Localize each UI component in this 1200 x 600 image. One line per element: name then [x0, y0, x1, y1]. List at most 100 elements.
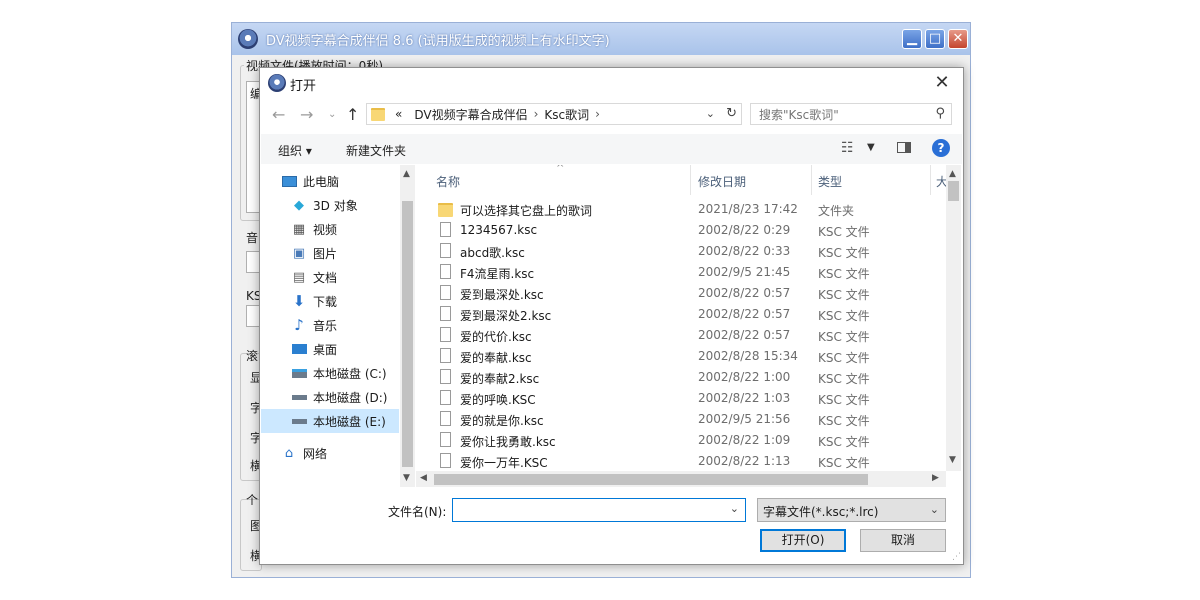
file-row[interactable]: 爱的奉献2.ksc 2002/8/22 1:00 KSC 文件	[434, 367, 946, 388]
file-date: 2002/8/22 1:00	[698, 370, 791, 384]
resize-grip-icon[interactable]: ⋰	[952, 552, 961, 562]
file-type: KSC 文件	[818, 435, 870, 449]
column-name[interactable]: 名称	[436, 173, 460, 190]
nav-item-documents[interactable]: ▤ 文档	[291, 265, 399, 289]
search-icon[interactable]: ⚲	[935, 106, 945, 121]
nav-item-drive-d[interactable]: 本地磁盘 (D:)	[291, 385, 399, 409]
column-type[interactable]: 类型	[818, 173, 842, 190]
toolbar: 组织 ▾ 新建文件夹 ☷ ▼ ?	[261, 134, 962, 164]
nav-item-network[interactable]: ⌂ 网络	[281, 441, 399, 465]
file-list-scrollbar[interactable]: ▲ ▼	[946, 165, 961, 471]
up-arrow-icon[interactable]: ↑	[346, 105, 359, 124]
nav-item-videos[interactable]: ▦ 视频	[291, 217, 399, 241]
maximize-icon[interactable]: □	[925, 29, 945, 49]
close-icon[interactable]: ✕	[948, 29, 968, 49]
file-row[interactable]: 爱你一万年.KSC 2002/8/22 1:13 KSC 文件	[434, 451, 946, 471]
file-type-select[interactable]: 字幕文件(*.ksc;*.lrc) ⌄	[757, 498, 946, 522]
breadcrumb-item[interactable]: Ksc歌词	[544, 106, 589, 123]
download-icon: ⬇	[292, 292, 306, 310]
scroll-down-icon[interactable]: ▼	[949, 455, 956, 465]
music-icon: ♪	[294, 316, 304, 334]
nav-item-drive-e[interactable]: 本地磁盘 (E:)	[261, 409, 399, 433]
file-icon	[440, 306, 451, 321]
nav-item-desktop[interactable]: 桌面	[291, 337, 399, 361]
file-row[interactable]: 爱的奉献.ksc 2002/8/28 15:34 KSC 文件	[434, 346, 946, 367]
search-input[interactable]	[757, 105, 931, 125]
back-arrow-icon[interactable]: ←	[272, 105, 285, 124]
open-button[interactable]: 打开(O)	[760, 529, 846, 552]
breadcrumb-overflow[interactable]: «	[395, 107, 402, 121]
help-icon[interactable]: ?	[932, 139, 950, 157]
app-logo-icon	[268, 74, 286, 92]
chevron-down-icon[interactable]: ⌄	[930, 503, 939, 516]
nav-item-music[interactable]: ♪ 音乐	[291, 313, 399, 337]
file-name: 爱的奉献.ksc	[460, 351, 532, 365]
file-type: KSC 文件	[818, 393, 870, 407]
file-type: KSC 文件	[818, 351, 870, 365]
file-row[interactable]: 爱的代价.ksc 2002/8/22 0:57 KSC 文件	[434, 325, 946, 346]
file-date: 2002/8/22 1:09	[698, 433, 791, 447]
file-date: 2002/8/22 0:57	[698, 286, 791, 300]
scroll-up-icon[interactable]: ▲	[949, 169, 956, 179]
chevron-down-icon[interactable]: ⌄	[706, 107, 715, 120]
scroll-left-icon[interactable]: ◀	[420, 473, 427, 483]
chevron-right-icon[interactable]: ›	[595, 107, 600, 121]
column-divider[interactable]	[930, 165, 931, 195]
view-dropdown-icon[interactable]: ▼	[867, 142, 875, 153]
file-row[interactable]: 1234567.ksc 2002/8/22 0:29 KSC 文件	[434, 220, 946, 241]
scrollbar-thumb[interactable]	[948, 181, 959, 201]
scrollbar-thumb[interactable]	[434, 474, 868, 485]
nav-item-downloads[interactable]: ⬇ 下载	[291, 289, 399, 313]
file-date: 2002/8/22 0:57	[698, 328, 791, 342]
nav-item-this-pc[interactable]: 此电脑	[281, 169, 399, 193]
file-name: 爱的奉献2.ksc	[460, 372, 540, 386]
filename-input[interactable]	[457, 500, 721, 522]
view-options-icon[interactable]: ☷	[841, 140, 854, 156]
close-icon[interactable]: ✕	[929, 72, 955, 94]
dialog-title: 打开	[290, 79, 317, 94]
column-divider[interactable]	[811, 165, 812, 195]
file-row[interactable]: 爱你让我勇敢.ksc 2002/8/22 1:09 KSC 文件	[434, 430, 946, 451]
app-title-bar: DV视频字幕合成伴侣 8.6 (试用版生成的视频上有水印文字)	[232, 23, 970, 55]
column-divider[interactable]	[690, 165, 691, 195]
forward-arrow-icon[interactable]: →	[300, 105, 313, 124]
file-row[interactable]: 爱的呼唤.KSC 2002/8/22 1:03 KSC 文件	[434, 388, 946, 409]
organize-button[interactable]: 组织 ▾	[278, 142, 312, 159]
sort-ascending-icon: ^	[556, 165, 565, 174]
nav-pane-scrollbar[interactable]: ▲ ▼	[400, 165, 415, 487]
recent-dropdown-icon[interactable]: ⌄	[328, 109, 336, 120]
breadcrumb-item[interactable]: DV视频字幕合成伴侣	[414, 106, 527, 123]
file-row[interactable]: 爱的就是你.ksc 2002/9/5 21:56 KSC 文件	[434, 409, 946, 430]
file-row[interactable]: 爱到最深处2.ksc 2002/8/22 0:57 KSC 文件	[434, 304, 946, 325]
nav-item-3d-objects[interactable]: ◆ 3D 对象	[291, 193, 399, 217]
refresh-icon[interactable]: ↻	[726, 106, 737, 121]
file-row[interactable]: abcd歌.ksc 2002/8/22 0:33 KSC 文件	[434, 241, 946, 262]
drive-icon	[291, 389, 307, 405]
file-date: 2021/8/23 17:42	[698, 202, 798, 216]
file-name: 爱到最深处2.ksc	[460, 309, 552, 323]
minimize-icon[interactable]: ▁	[902, 29, 922, 49]
scroll-down-icon[interactable]: ▼	[403, 473, 410, 483]
scroll-right-icon[interactable]: ▶	[932, 473, 939, 483]
scrollbar-thumb[interactable]	[402, 201, 413, 467]
horizontal-scrollbar[interactable]: ◀ ▶	[416, 471, 946, 487]
file-row[interactable]: 可以选择其它盘上的歌词 2021/8/23 17:42 文件夹	[434, 199, 946, 220]
column-date[interactable]: 修改日期	[698, 173, 746, 190]
address-bar[interactable]: « DV视频字幕合成伴侣 › Ksc歌词 › ⌄ ↻	[366, 103, 742, 125]
nav-item-pictures[interactable]: ▣ 图片	[291, 241, 399, 265]
filename-combo[interactable]: ⌄	[452, 498, 746, 522]
nav-item-drive-c[interactable]: 本地磁盘 (C:)	[291, 361, 399, 385]
column-size[interactable]: 大	[936, 173, 946, 190]
file-date: 2002/8/22 1:03	[698, 391, 791, 405]
chevron-right-icon[interactable]: ›	[534, 107, 539, 121]
preview-pane-icon[interactable]	[897, 142, 911, 153]
scroll-up-icon[interactable]: ▲	[403, 169, 410, 179]
file-icon	[440, 369, 451, 384]
cancel-button[interactable]: 取消	[860, 529, 946, 552]
search-box[interactable]: ⚲	[750, 103, 952, 125]
new-folder-button[interactable]: 新建文件夹	[346, 142, 406, 159]
file-row[interactable]: F4流星雨.ksc 2002/9/5 21:45 KSC 文件	[434, 262, 946, 283]
file-type: KSC 文件	[818, 414, 870, 428]
file-row[interactable]: 爱到最深处.ksc 2002/8/22 0:57 KSC 文件	[434, 283, 946, 304]
chevron-down-icon[interactable]: ⌄	[730, 502, 739, 515]
